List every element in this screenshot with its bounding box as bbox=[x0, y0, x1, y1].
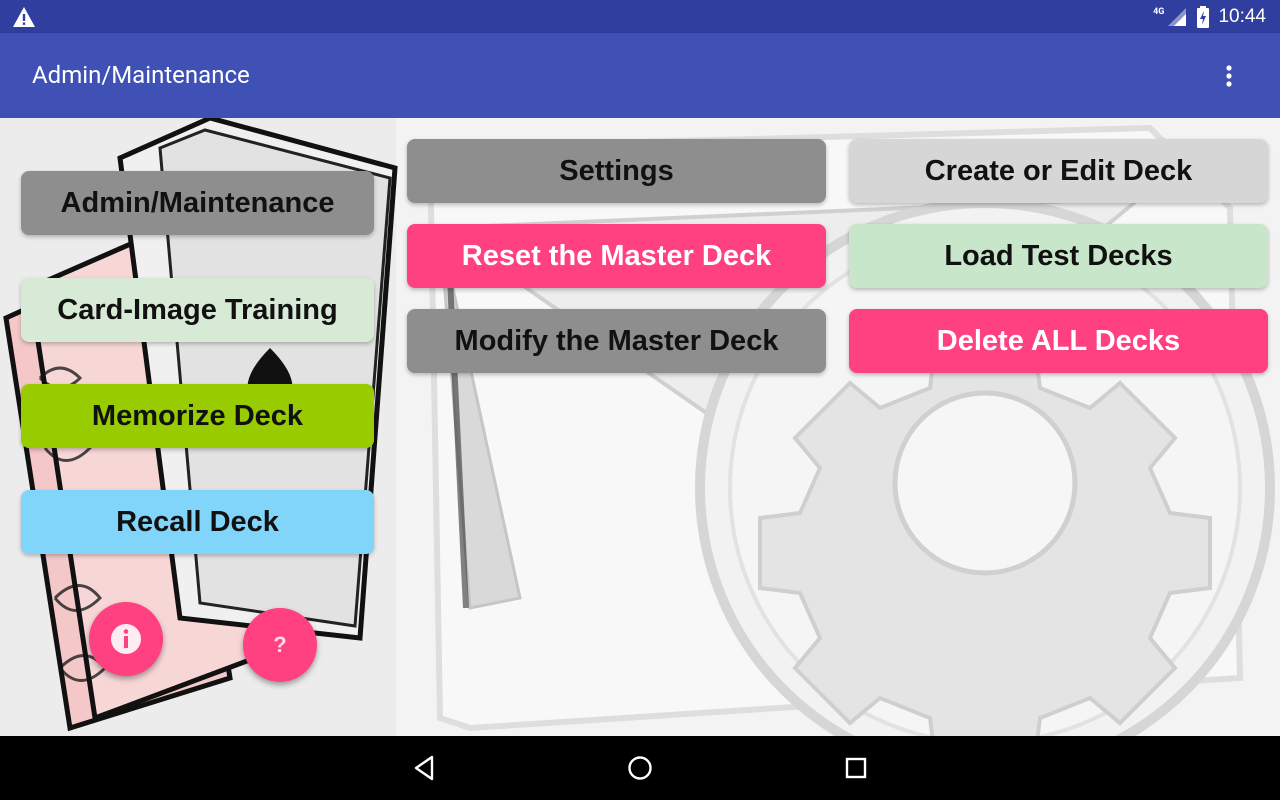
card-image-training-label: Card-Image Training bbox=[57, 293, 338, 326]
app-bar: Admin/Maintenance bbox=[0, 33, 1280, 118]
delete-all-decks-label: Delete ALL Decks bbox=[936, 324, 1181, 357]
main-content: Admin/Maintenance Card-Image Training Me… bbox=[0, 118, 1280, 736]
create-edit-deck-button[interactable]: Create or Edit Deck bbox=[849, 139, 1268, 203]
network-type: 4G bbox=[1153, 7, 1165, 17]
modify-master-deck-button[interactable]: Modify the Master Deck bbox=[407, 309, 826, 373]
reset-master-deck-button[interactable]: Reset the Master Deck bbox=[407, 224, 826, 288]
create-edit-deck-label: Create or Edit Deck bbox=[924, 154, 1193, 187]
memorize-deck-button[interactable]: Memorize Deck bbox=[21, 384, 374, 448]
load-test-decks-label: Load Test Decks bbox=[944, 239, 1173, 272]
reset-master-deck-label: Reset the Master Deck bbox=[461, 239, 772, 272]
navigation-bar bbox=[0, 736, 1280, 800]
card-image-training-button[interactable]: Card-Image Training bbox=[21, 278, 374, 342]
status-bar: 4G 10:44 bbox=[0, 0, 1280, 33]
memorize-deck-label: Memorize Deck bbox=[91, 399, 304, 432]
signal-icon bbox=[1168, 8, 1187, 26]
recall-deck-button[interactable]: Recall Deck bbox=[21, 490, 374, 554]
help-icon: ? bbox=[273, 632, 287, 657]
delete-all-decks-button[interactable]: Delete ALL Decks bbox=[849, 309, 1268, 373]
load-test-decks-button[interactable]: Load Test Decks bbox=[849, 224, 1268, 288]
status-icons: 4G 10:44 bbox=[1153, 4, 1266, 30]
recall-deck-label: Recall Deck bbox=[116, 505, 279, 538]
info-fab-button[interactable] bbox=[89, 602, 163, 676]
modify-master-deck-label: Modify the Master Deck bbox=[454, 324, 779, 357]
info-icon bbox=[111, 624, 141, 654]
settings-label: Settings bbox=[559, 154, 674, 187]
admin-maintenance-button[interactable]: Admin/Maintenance bbox=[21, 171, 374, 235]
battery-icon bbox=[1197, 6, 1210, 28]
help-fab-button[interactable]: ? bbox=[243, 608, 317, 682]
clock: 10:44 bbox=[1218, 6, 1266, 27]
back-icon[interactable] bbox=[410, 753, 440, 783]
page-title: Admin/Maintenance bbox=[32, 61, 250, 89]
recents-icon[interactable] bbox=[841, 753, 871, 783]
home-icon[interactable] bbox=[625, 753, 655, 783]
warning-icon bbox=[13, 7, 35, 27]
admin-maintenance-label: Admin/Maintenance bbox=[60, 186, 335, 219]
settings-button[interactable]: Settings bbox=[407, 139, 826, 203]
overflow-menu-icon[interactable] bbox=[1218, 63, 1240, 89]
